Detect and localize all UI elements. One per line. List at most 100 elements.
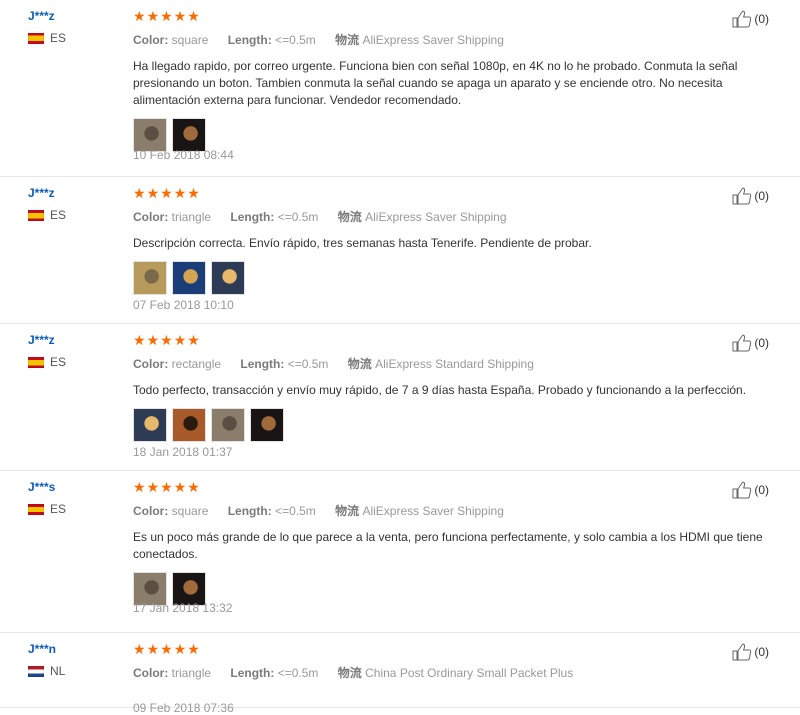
review-content: ★ ★ ★ ★ ★ Color: square Length: <=0.5m 物流 Al… [133,480,773,615]
star-icon: ★ [160,479,173,495]
review-text: Todo perfecto, transacción y envío muy r… [133,383,747,397]
thumbs-up-icon [732,187,754,205]
thumbs-up-icon [732,10,754,28]
review-date: 09 Feb 2018 07:36 [133,701,234,715]
star-icon: ★ [146,332,160,348]
reviewer-info: J***z ES [28,9,123,45]
shipping-value: China Post Ordinary Small Packet Plus [365,666,574,680]
review-photo-thumbnail[interactable] [172,408,206,442]
star-icon: ★ [187,332,200,348]
color-label: Color: [133,666,169,680]
star-rating: ★ ★ ★ ★ ★ [133,480,773,494]
country-flag-icon [28,356,44,368]
star-icon: ★ [160,641,173,657]
star-icon: ★ [133,8,146,24]
review-photo-thumbnail[interactable] [133,261,167,295]
review-text: Descripción correcta. Envío rápido, tres… [133,236,592,250]
shipping-value: AliExpress Standard Shipping [375,357,534,371]
review-photos [133,118,773,152]
helpful-count: (0) [754,189,769,203]
star-icon: ★ [146,185,160,201]
thumbs-up-icon [732,334,754,352]
review-photo-thumbnail[interactable] [133,408,167,442]
star-icon: ★ [173,8,187,24]
shipping-label: 物流 [337,666,362,680]
length-label: Length: [230,666,275,680]
review-photo-thumbnail[interactable] [250,408,284,442]
color-label: Color: [133,504,169,518]
star-rating: ★ ★ ★ ★ ★ [133,186,773,200]
reviewer-name: J***z [28,9,55,23]
color-value: triangle [171,666,212,680]
star-icon: ★ [173,479,187,495]
star-icon: ★ [146,641,160,657]
helpful-button[interactable]: (0) [732,10,769,28]
length-value: <=0.5m [275,33,316,47]
review-item: J***s ES ★ ★ ★ ★ ★ Color: square Length: <=0… [0,471,800,633]
helpful-button[interactable]: (0) [732,187,769,205]
reviewer-country: ES [28,31,123,45]
review-photos [133,408,773,442]
review-content: ★ ★ ★ ★ ★ Color: triangle Length: <=0.5m 物流 … [133,641,773,715]
star-icon: ★ [173,185,187,201]
length-value: <=0.5m [277,666,319,680]
helpful-button[interactable]: (0) [732,334,769,352]
review-date: 18 Jan 2018 01:37 [133,445,233,459]
star-icon: ★ [160,8,173,24]
star-icon: ★ [146,479,160,495]
country-flag-icon [28,209,44,221]
review-item: J***z ES ★ ★ ★ ★ ★ Color: square Length: <=0… [0,0,800,177]
helpful-button[interactable]: (0) [732,643,769,661]
length-value: <=0.5m [275,504,316,518]
reviewer-name: J***z [28,186,55,200]
length-label: Length: [227,33,272,47]
review-item: J***z ES ★ ★ ★ ★ ★ Color: rectangle Length: … [0,324,800,471]
reviewer-name: J***z [28,333,55,347]
review-content: ★ ★ ★ ★ ★ Color: triangle Length: <=0.5m 物流 … [133,186,773,312]
review-photo-thumbnail[interactable] [133,118,167,152]
shipping-value: AliExpress Saver Shipping [362,504,504,518]
reviewer-name: J***s [28,480,56,494]
reviewer-info: J***n NL [28,642,123,678]
review-date: 07 Feb 2018 10:10 [133,298,234,312]
review-photo-thumbnail[interactable] [172,118,206,152]
color-value: triangle [171,210,212,224]
star-icon: ★ [187,185,200,201]
order-attributes: Color: triangle Length: <=0.5m 物流 China … [133,664,773,681]
reviewer-country: ES [28,208,123,222]
star-icon: ★ [187,8,200,24]
review-list: J***z ES ★ ★ ★ ★ ★ Color: square Length: <=0… [0,0,800,715]
helpful-button[interactable]: (0) [732,481,769,499]
review-item: J***n NL ★ ★ ★ ★ ★ Color: triangle Length: <… [0,633,800,715]
country-code: ES [50,355,67,369]
star-icon: ★ [133,185,146,201]
country-code: ES [50,31,67,45]
country-flag-icon [28,665,44,677]
shipping-label: 物流 [347,357,372,371]
thumbs-up-icon [732,481,754,499]
review-content: ★ ★ ★ ★ ★ Color: square Length: <=0.5m 物流 Al… [133,9,773,162]
color-label: Color: [133,357,169,371]
thumbs-up-icon [732,643,754,661]
review-text: Es un poco más grande de lo que parece a… [133,530,763,561]
length-label: Length: [230,210,275,224]
star-rating: ★ ★ ★ ★ ★ [133,333,773,347]
star-icon: ★ [160,185,173,201]
review-photo-thumbnail[interactable] [211,261,245,295]
country-code: NL [50,664,66,678]
helpful-count: (0) [754,336,769,350]
star-icon: ★ [173,332,187,348]
country-flag-icon [28,32,44,44]
star-icon: ★ [187,479,200,495]
helpful-count: (0) [754,12,769,26]
reviewer-country: NL [28,664,123,678]
review-date: 10 Feb 2018 08:44 [133,148,234,162]
review-photo-thumbnail[interactable] [172,261,206,295]
color-value: square [171,33,209,47]
star-icon: ★ [133,641,146,657]
star-rating: ★ ★ ★ ★ ★ [133,9,773,23]
helpful-count: (0) [754,645,769,659]
review-item: J***z ES ★ ★ ★ ★ ★ Color: triangle Length: <… [0,177,800,324]
review-photo-thumbnail[interactable] [211,408,245,442]
reviewer-name: J***n [28,642,57,656]
